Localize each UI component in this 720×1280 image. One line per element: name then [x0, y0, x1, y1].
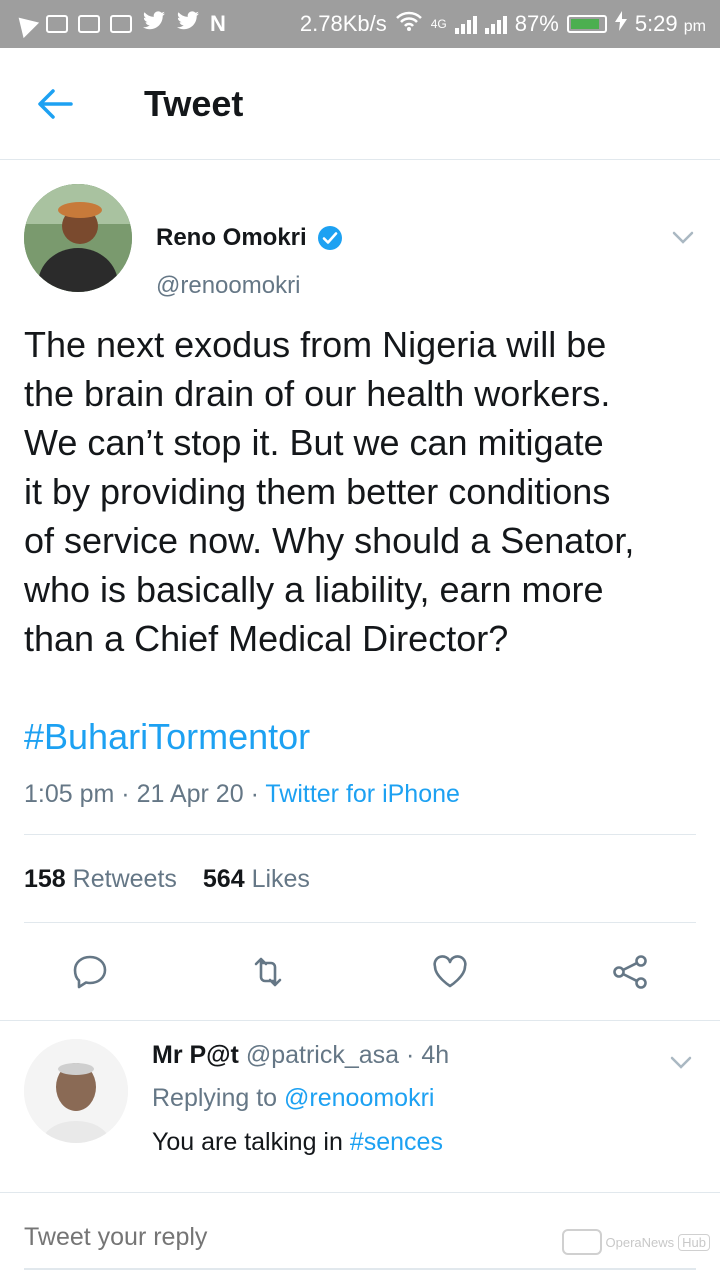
reply-author-handle[interactable]: @patrick_asa	[246, 1041, 399, 1069]
clock: 5:29 pm	[634, 11, 706, 36]
author-name[interactable]: Reno Omokri	[156, 224, 343, 252]
share-icon[interactable]	[610, 952, 650, 992]
reply-text: You are talking in #sences	[152, 1128, 443, 1156]
reply-tweet[interactable]: Mr P@t @patrick_asa · 4h Replying to @re…	[0, 1020, 720, 1192]
tweet-time: 1:05 pm	[24, 780, 115, 808]
separator: ·	[406, 1041, 422, 1069]
telegram-icon	[10, 9, 40, 39]
hashtag-link[interactable]: #sences	[350, 1128, 443, 1156]
nfc-icon: N	[210, 11, 226, 36]
likes-stat[interactable]: 564 Likes	[203, 865, 310, 894]
network-type: 4G	[430, 17, 447, 31]
signal-icon	[484, 14, 507, 34]
author-handle[interactable]: @renoomokri	[156, 272, 300, 300]
tweet-actions	[0, 930, 720, 1020]
back-button[interactable]	[0, 48, 110, 160]
verified-badge-icon	[317, 226, 342, 250]
wifi-icon	[395, 10, 423, 38]
page-title: Tweet	[144, 82, 244, 124]
retweet-icon[interactable]	[248, 952, 288, 992]
back-arrow-icon	[38, 88, 73, 119]
avatar[interactable]	[24, 1039, 128, 1143]
tweet-date: 21 Apr 20	[136, 780, 244, 808]
tweet-source-link[interactable]: Twitter for iPhone	[265, 780, 460, 808]
divider	[24, 922, 696, 923]
chevron-down-icon[interactable]	[668, 1049, 694, 1075]
reply-icon[interactable]	[70, 952, 110, 992]
retweets-stat[interactable]: 158 Retweets	[24, 865, 177, 894]
mail-icon	[46, 15, 68, 33]
status-bar: N 2.78Kb/s 4G 87% 5:29 pm	[0, 0, 720, 48]
like-icon[interactable]	[430, 952, 470, 992]
reply-header: Mr P@t @patrick_asa · 4h	[152, 1041, 449, 1070]
twitter-icon	[176, 11, 200, 37]
system-indicators: 2.78Kb/s 4G 87% 5:29 pm	[300, 10, 706, 38]
divider	[24, 834, 696, 835]
notification-icons: N	[10, 9, 226, 39]
watermark: OperaNews Hub	[561, 1229, 710, 1255]
input-underline	[24, 1268, 696, 1270]
reply-author-name[interactable]: Mr P@t	[152, 1041, 239, 1069]
reply-age: 4h	[421, 1041, 450, 1069]
hashtag-link[interactable]: #BuhariTormentor	[24, 716, 310, 758]
engagement-stats: 158 Retweets 564 Likes	[24, 865, 310, 894]
charging-icon	[614, 11, 627, 37]
mail-icon	[78, 15, 100, 33]
top-app-bar: Tweet	[0, 48, 720, 160]
battery-percent: 87%	[514, 11, 559, 36]
reply-input[interactable]	[24, 1223, 544, 1252]
chevron-down-icon[interactable]	[670, 224, 696, 250]
twitter-icon	[142, 11, 166, 37]
tweet-text: The next exodus from Nigeria will be the…	[24, 324, 635, 659]
tweet-author: Reno Omokri @renoomokri	[24, 184, 696, 299]
avatar[interactable]	[24, 184, 132, 292]
tweet-meta: 1:05 pm · 21 Apr 20 · Twitter for iPhone	[24, 780, 460, 809]
battery-icon	[566, 15, 607, 33]
app-grid-icon	[110, 15, 132, 33]
network-speed: 2.78Kb/s	[299, 11, 387, 36]
separator: ·	[250, 780, 266, 808]
separator: ·	[121, 780, 137, 808]
replying-to-link[interactable]: @renoomokri	[284, 1084, 434, 1112]
reply-composer: OperaNews Hub	[0, 1192, 720, 1280]
replying-to: Replying to @renoomokri	[152, 1084, 435, 1112]
signal-icon	[454, 14, 477, 34]
opera-news-logo-icon	[561, 1229, 602, 1255]
